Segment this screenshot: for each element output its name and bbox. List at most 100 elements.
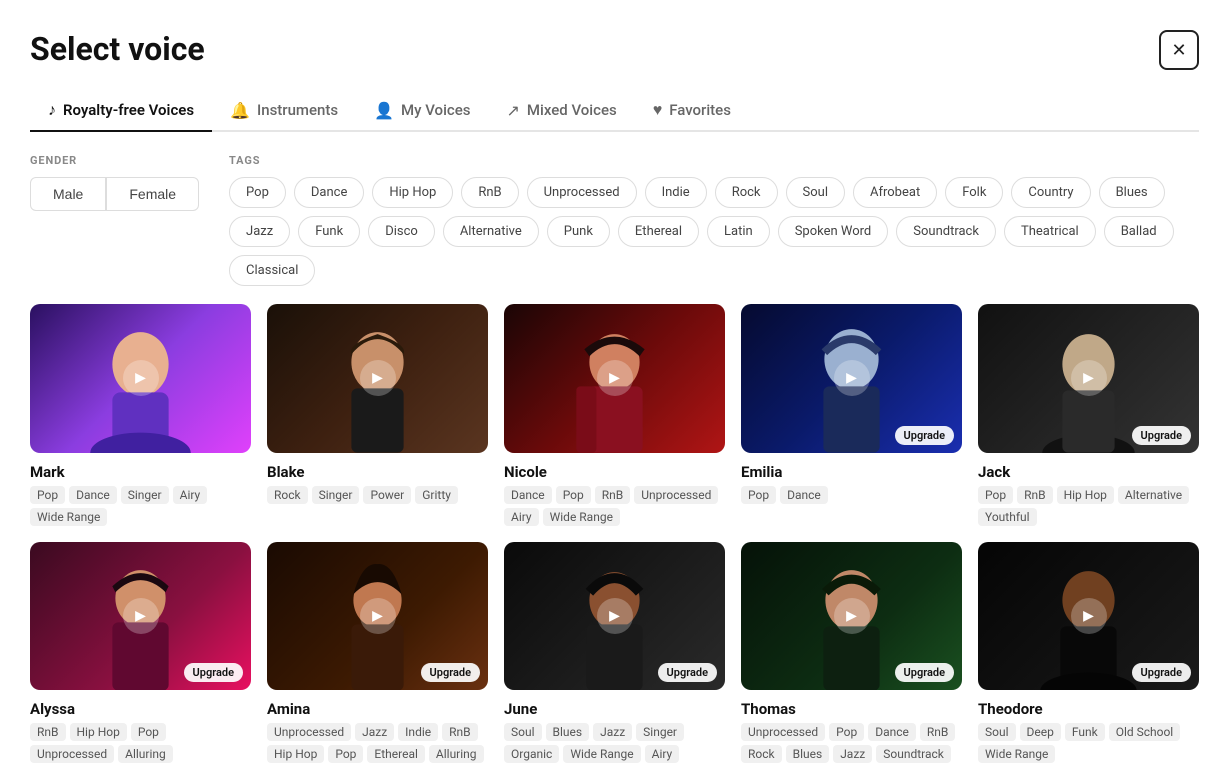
tab-mixed-voices[interactable]: ↗ Mixed Voices: [488, 90, 634, 132]
voice-card-emilia[interactable]: ▶UpgradeEmiliaPopDance: [741, 304, 962, 526]
voice-card-theodore[interactable]: ▶UpgradeTheodoreSoulDeepFunkOld SchoolWi…: [978, 542, 1199, 764]
voice-tag: Pop: [328, 745, 363, 763]
play-button-thomas[interactable]: ▶: [834, 598, 870, 634]
tag-ballad[interactable]: Ballad: [1104, 216, 1174, 247]
tag-rock[interactable]: Rock: [715, 177, 778, 208]
tag-classical[interactable]: Classical: [229, 255, 315, 286]
play-button-mark[interactable]: ▶: [123, 360, 159, 396]
voice-tag: Unprocessed: [634, 486, 718, 504]
tab-instruments[interactable]: 🔔 Instruments: [212, 90, 356, 132]
upgrade-badge-june[interactable]: Upgrade: [658, 663, 717, 682]
voice-tag: Airy: [173, 486, 208, 504]
tag-folk[interactable]: Folk: [945, 177, 1003, 208]
gender-buttons: MaleFemale: [30, 177, 199, 211]
upgrade-badge-amina[interactable]: Upgrade: [421, 663, 480, 682]
tags-container: Pop Dance Hip Hop RnB Unprocessed Indie Rock So…: [229, 177, 1199, 286]
tag-dance[interactable]: Dance: [294, 177, 364, 208]
voice-name-mark: Mark: [30, 463, 251, 481]
voice-tag: Alternative: [1118, 486, 1189, 504]
tag-funk[interactable]: Funk: [298, 216, 360, 247]
tag-indie[interactable]: Indie: [645, 177, 707, 208]
voice-name-jack: Jack: [978, 463, 1199, 481]
filters-section: GENDER MaleFemale TAGS Pop Dance Hip Hop Rn…: [30, 154, 1199, 286]
voice-card-thomas[interactable]: ▶UpgradeThomasUnprocessedPopDanceRnBRock…: [741, 542, 962, 764]
tag-pop[interactable]: Pop: [229, 177, 286, 208]
upgrade-badge-theodore[interactable]: Upgrade: [1132, 663, 1191, 682]
voice-tags-nicole: DancePopRnBUnprocessedAiryWide Range: [504, 486, 725, 526]
gender-label: GENDER: [30, 154, 199, 167]
voice-tag: Blues: [786, 745, 830, 763]
voice-tag: Singer: [636, 723, 684, 741]
voice-tag: Jazz: [833, 745, 872, 763]
tag-theatrical[interactable]: Theatrical: [1004, 216, 1096, 247]
play-button-theodore[interactable]: ▶: [1071, 598, 1107, 634]
voice-card-amina[interactable]: ▶UpgradeAminaUnprocessedJazzIndieRnBHip …: [267, 542, 488, 764]
voice-tag: Youthful: [978, 508, 1037, 526]
tag-rnb[interactable]: RnB: [461, 177, 518, 208]
voice-tag: Dance: [868, 723, 916, 741]
tab-royalty-free[interactable]: ♪ Royalty-free Voices: [30, 90, 212, 132]
upgrade-badge-alyssa[interactable]: Upgrade: [184, 663, 243, 682]
voice-name-thomas: Thomas: [741, 700, 962, 718]
voice-tags-jack: PopRnBHip HopAlternativeYouthful: [978, 486, 1199, 526]
voice-tag: Dance: [69, 486, 117, 504]
upgrade-badge-thomas[interactable]: Upgrade: [895, 663, 954, 682]
tag-soundtrack[interactable]: Soundtrack: [896, 216, 996, 247]
tab-icon-royalty-free: ♪: [48, 100, 56, 120]
main-page: Select voice ✕ ♪ Royalty-free Voices🔔 In…: [0, 0, 1229, 783]
tag-ethereal[interactable]: Ethereal: [618, 216, 699, 247]
voice-tag: Dance: [504, 486, 552, 504]
upgrade-badge-jack[interactable]: Upgrade: [1132, 426, 1191, 445]
voice-tags-amina: UnprocessedJazzIndieRnBHip HopPopEtherea…: [267, 723, 488, 763]
tag-hip-hop[interactable]: Hip Hop: [372, 177, 453, 208]
voice-card-mark[interactable]: ▶MarkPopDanceSingerAiryWide Range: [30, 304, 251, 526]
voice-tag: Pop: [556, 486, 591, 504]
voice-card-june[interactable]: ▶UpgradeJuneSoulBluesJazzSingerOrganicWi…: [504, 542, 725, 764]
voice-tag: Jazz: [593, 723, 632, 741]
tag-blues[interactable]: Blues: [1099, 177, 1165, 208]
tag-soul[interactable]: Soul: [786, 177, 845, 208]
tag-disco[interactable]: Disco: [368, 216, 435, 247]
voice-tags-mark: PopDanceSingerAiryWide Range: [30, 486, 251, 526]
voice-card-nicole[interactable]: ▶ Nicole DancePopRnBUnprocessedAiryWide Ra…: [504, 304, 725, 526]
tag-unprocessed[interactable]: Unprocessed: [527, 177, 637, 208]
play-button-amina[interactable]: ▶: [360, 598, 396, 634]
voice-tag: Jazz: [355, 723, 394, 741]
voice-thumb-mark: ▶: [30, 304, 251, 453]
tags-label: TAGS: [229, 154, 1199, 167]
tag-punk[interactable]: Punk: [547, 216, 610, 247]
voice-tag: Hip Hop: [70, 723, 127, 741]
upgrade-badge-emilia[interactable]: Upgrade: [895, 426, 954, 445]
voice-card-jack[interactable]: ▶UpgradeJackPopRnBHip HopAlternativeYout…: [978, 304, 1199, 526]
voice-tag: Wide Range: [543, 508, 620, 526]
play-button-alyssa[interactable]: ▶: [123, 598, 159, 634]
tag-jazz[interactable]: Jazz: [229, 216, 290, 247]
voice-card-blake[interactable]: ▶BlakeRockSingerPowerGritty: [267, 304, 488, 526]
gender-btn-male[interactable]: Male: [30, 177, 106, 211]
voice-tag: Organic: [504, 745, 559, 763]
voice-tag: Dance: [780, 486, 828, 504]
voice-tag: Hip Hop: [267, 745, 324, 763]
play-button-jack[interactable]: ▶: [1071, 360, 1107, 396]
close-button[interactable]: ✕: [1159, 30, 1199, 70]
voice-tag: Unprocessed: [30, 745, 114, 763]
voice-thumb-thomas: ▶ Upgrade: [741, 542, 962, 691]
play-button-blake[interactable]: ▶: [360, 360, 396, 396]
tag-country[interactable]: Country: [1011, 177, 1090, 208]
play-button-june[interactable]: ▶: [597, 598, 633, 634]
tab-favorites[interactable]: ♥ Favorites: [635, 90, 749, 132]
voice-card-alyssa[interactable]: ▶UpgradeAlyssaRnBHip HopPopUnprocessedAl…: [30, 542, 251, 764]
voice-name-nicole: Nicole: [504, 463, 725, 481]
tab-my-voices[interactable]: 👤 My Voices: [356, 90, 488, 132]
tag-latin[interactable]: Latin: [707, 216, 770, 247]
tag-afrobeat[interactable]: Afrobeat: [853, 177, 937, 208]
voice-tag: Wide Range: [30, 508, 107, 526]
play-button-emilia[interactable]: ▶: [834, 360, 870, 396]
gender-btn-female[interactable]: Female: [106, 177, 199, 211]
tab-icon-favorites: ♥: [653, 100, 663, 120]
play-button-nicole[interactable]: ▶: [597, 360, 633, 396]
voice-tag: Alluring: [429, 745, 484, 763]
tag-alternative[interactable]: Alternative: [443, 216, 539, 247]
tag-spoken-word[interactable]: Spoken Word: [778, 216, 889, 247]
header: Select voice ✕: [30, 30, 1199, 70]
